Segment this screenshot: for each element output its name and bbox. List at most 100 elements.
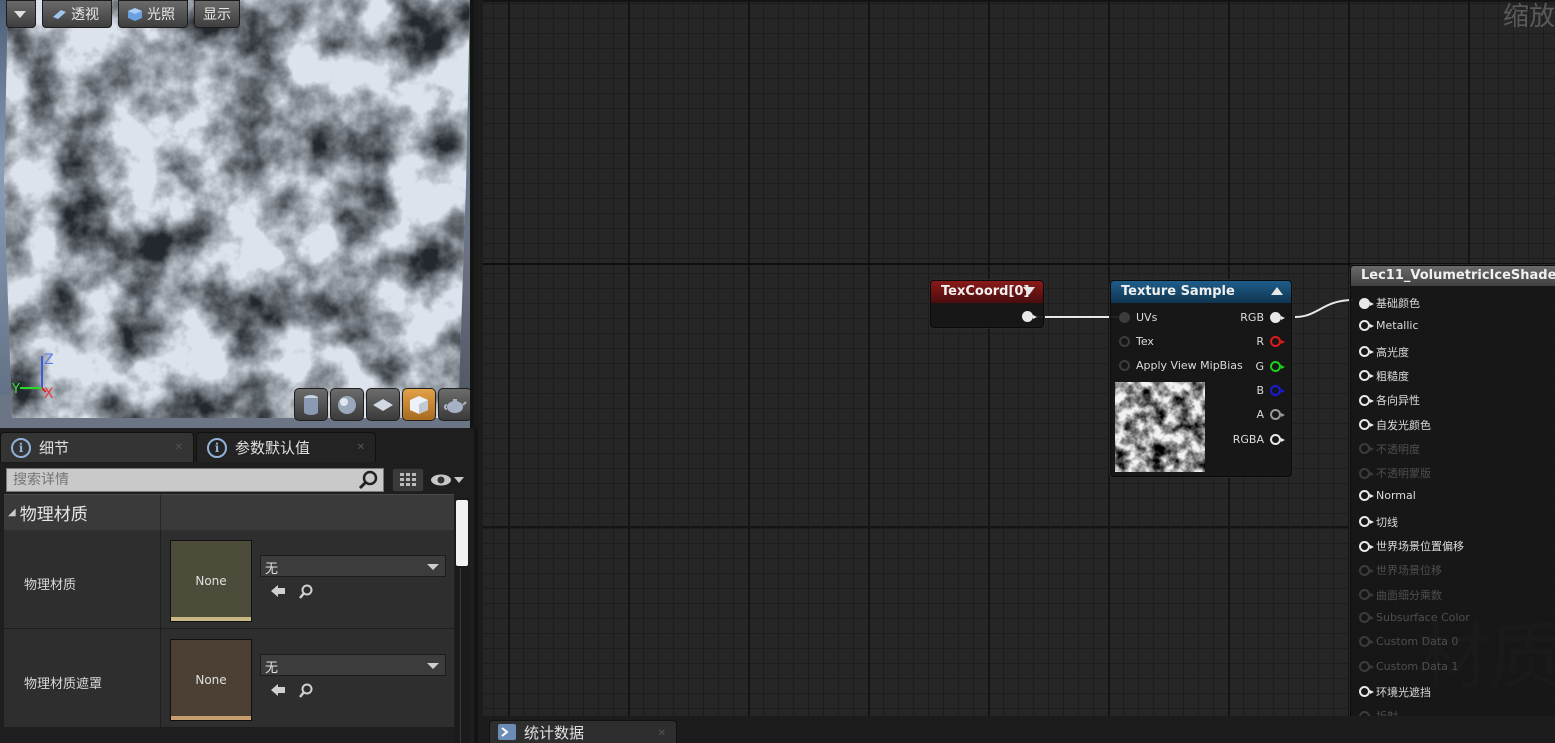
pin-label: 不透明度 [1376, 442, 1420, 456]
pin-label: B [1256, 383, 1264, 397]
preview-viewport[interactable]: 透视 光照 显示 Z Y X [0, 0, 474, 428]
search-icon[interactable] [358, 470, 380, 490]
details-scrollbar-thumb[interactable] [456, 500, 468, 566]
tab-close-icon[interactable]: ✕ [357, 442, 365, 453]
pin-icon [1022, 311, 1037, 322]
collapse-arrow-icon[interactable] [1023, 287, 1035, 295]
plane-preview-button[interactable] [366, 388, 400, 421]
property-row-physical-material: 物理材质 None 无 [4, 530, 454, 629]
lighting-button[interactable]: 光照 [118, 0, 188, 28]
material-input-pin: 世界场景位移 [1359, 562, 1442, 578]
material-input-pin: 曲面细分乘数 [1359, 587, 1442, 603]
pin-icon [1359, 660, 1374, 672]
pin-label: 高光度 [1376, 345, 1409, 359]
material-result-node[interactable]: Lec11_VolumetricIceShader 基础颜色 Metallic 高光… [1350, 265, 1555, 716]
pin-icon [1270, 360, 1285, 372]
cylinder-preview-button[interactable] [294, 388, 328, 421]
axis-y-label: Y [12, 382, 20, 397]
texture-thumbnail [1115, 382, 1205, 472]
output-pin-a[interactable]: A [1256, 408, 1285, 422]
collapse-arrow-icon: ◢ [8, 507, 16, 518]
collapse-arrow-icon[interactable] [1271, 287, 1283, 295]
material-input-pin[interactable]: 基础颜色 [1359, 295, 1420, 311]
dropdown-arrow-icon [427, 564, 439, 570]
material-input-pin[interactable]: Normal [1359, 489, 1416, 502]
material-input-pin[interactable]: 切线 [1359, 514, 1398, 530]
pin-icon [1270, 409, 1285, 421]
pin-icon [1359, 589, 1374, 601]
view-options-button[interactable] [430, 468, 470, 492]
texture-sample-node[interactable]: Texture Sample UVs Tex Apply View MipBia… [1110, 280, 1292, 477]
pin-icon [1359, 564, 1374, 576]
pin-icon [1359, 611, 1374, 623]
tab-close-icon[interactable]: ✕ [175, 442, 183, 453]
texcoord-node[interactable]: TexCoord[0] [930, 280, 1044, 328]
input-pin-apply-view-mipbias[interactable]: Apply View MipBias [1119, 359, 1243, 372]
output-pin-rgba[interactable]: RGBA [1232, 432, 1285, 446]
browse-search-icon[interactable] [298, 683, 314, 699]
show-label: 显示 [203, 7, 231, 23]
axis-x-label: X [44, 386, 54, 400]
node-header[interactable]: TexCoord[0] [931, 281, 1043, 303]
material-input-pin[interactable]: 环境光遮挡 [1359, 684, 1431, 700]
node-header[interactable]: Texture Sample [1111, 281, 1291, 303]
perspective-icon [53, 10, 66, 19]
pin-label: RGB [1240, 311, 1264, 324]
pin-icon [1359, 636, 1374, 648]
viewport-options-button[interactable] [6, 0, 36, 28]
output-pin-r[interactable]: R [1256, 335, 1285, 348]
use-selected-arrow-icon[interactable] [270, 584, 286, 598]
physical-material-section-header[interactable]: ◢ 物理材质 [4, 494, 454, 531]
pin-label: 粗糙度 [1376, 369, 1409, 383]
material-input-pin: Custom Data 0 [1359, 635, 1458, 648]
pin-icon [1359, 419, 1374, 430]
stats-console-icon [498, 724, 516, 740]
cube-preview-button[interactable] [402, 388, 436, 421]
sphere-preview-button[interactable] [330, 388, 364, 421]
pin-label: A [1256, 408, 1264, 422]
cube-icon [410, 395, 428, 414]
output-pin-g[interactable]: G [1255, 359, 1285, 373]
pin-label: G [1255, 359, 1264, 373]
input-pin-uvs[interactable]: UVs [1119, 311, 1157, 324]
material-input-pin[interactable]: 粗糙度 [1359, 368, 1409, 384]
use-selected-arrow-icon[interactable] [270, 683, 286, 697]
tab-parameter-defaults[interactable]: i 参数默认值 ✕ [196, 432, 376, 462]
combo-value: 无 [265, 562, 279, 577]
output-pin-rgb[interactable]: RGB [1240, 311, 1285, 324]
perspective-button[interactable]: 透视 [42, 0, 112, 28]
cylinder-icon [304, 394, 318, 415]
property-matrix-button[interactable] [392, 468, 424, 492]
material-input-pin[interactable]: 各向异性 [1359, 392, 1420, 408]
output-pin[interactable] [1022, 311, 1037, 322]
teapot-preview-button[interactable] [438, 388, 470, 421]
tab-stats[interactable]: 统计数据 ✕ [489, 720, 677, 743]
pin-icon [1359, 516, 1374, 528]
tab-details[interactable]: i 细节 ✕ [0, 432, 194, 462]
asset-thumbnail[interactable]: None [170, 540, 252, 622]
material-input-pin[interactable]: 自发光颜色 [1359, 417, 1431, 433]
dropdown-arrow-icon [427, 663, 439, 669]
browse-search-icon[interactable] [298, 584, 314, 600]
material-input-pin[interactable]: Metallic [1359, 319, 1419, 332]
output-pin-b[interactable]: B [1256, 383, 1285, 397]
pin-label: Metallic [1376, 319, 1419, 333]
asset-picker-combo[interactable]: 无 [260, 654, 446, 676]
pin-icon [1359, 467, 1374, 479]
asset-thumbnail[interactable]: None [170, 639, 252, 721]
show-button[interactable]: 显示 [194, 0, 240, 28]
input-pin-tex[interactable]: Tex [1119, 335, 1154, 348]
asset-picker-combo[interactable]: 无 [260, 555, 446, 577]
material-graph-canvas[interactable]: 缩放 材质 TexCoord[0] Texture Sample UV [478, 0, 1555, 716]
asset-controls [270, 683, 314, 699]
node-header[interactable]: Lec11_VolumetricIceShader [1351, 266, 1555, 286]
search-details-input[interactable] [6, 468, 384, 492]
info-icon: i [207, 437, 227, 458]
pin-icon [1359, 686, 1374, 698]
pin-label: 世界场景位置偏移 [1376, 540, 1464, 553]
material-input-pin[interactable]: 世界场景位置偏移 [1359, 538, 1464, 554]
material-input-pin[interactable]: 高光度 [1359, 344, 1409, 360]
pin-label: RGBA [1232, 432, 1264, 446]
tab-close-icon[interactable]: ✕ [658, 728, 666, 739]
pin-icon [1359, 490, 1374, 502]
